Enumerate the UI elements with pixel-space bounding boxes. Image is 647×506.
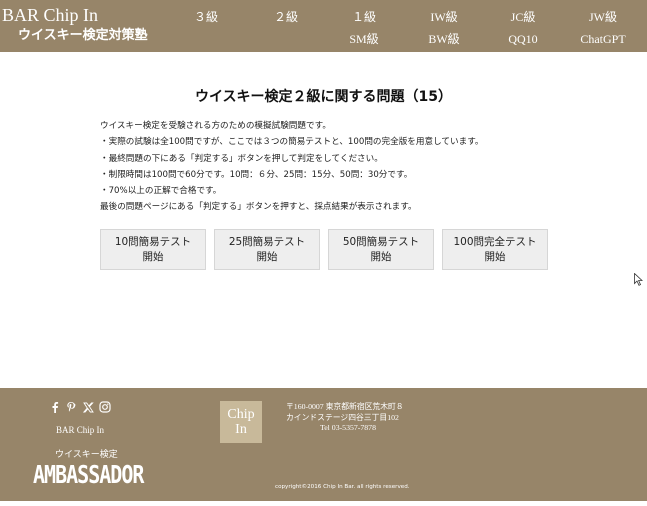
site-footer: BAR Chip In ウイスキー検定 AMBASSADOR Chip In 〒… xyxy=(0,388,647,501)
button-sublabel: 開始 xyxy=(370,250,392,263)
button-label: 50問簡易テスト xyxy=(342,235,420,248)
instagram-icon[interactable] xyxy=(99,401,111,413)
nav-item-jc[interactable]: JC級 xyxy=(511,10,536,24)
pinterest-icon[interactable] xyxy=(65,401,77,413)
ambassador-title: AMBASSADOR xyxy=(33,459,144,489)
footer-brand[interactable]: BAR Chip In xyxy=(56,425,104,435)
description-line: ウイスキー検定を受験される方のための模擬試験問題です。 xyxy=(100,121,331,131)
button-label: 100問完全テスト xyxy=(453,235,537,248)
page-title: ウイスキー検定２級に関する問題（15） xyxy=(194,89,453,105)
copyright-text: copyright©2016 Chip In Bar. all rights r… xyxy=(275,484,410,490)
description-line: ・最終問題の下にある「判定する」ボタンを押して判定をしてください。 xyxy=(100,153,383,164)
phone-number: Tel 03-5357-7878 xyxy=(320,423,376,432)
start-50-question-test-button[interactable]: 50問簡易テスト 開始 xyxy=(328,229,434,270)
nav-item-bw[interactable]: BW級 xyxy=(428,32,459,46)
site-header: BAR Chip In ウイスキー検定対策塾 ３級 ２級 １級 IW級 JC級 … xyxy=(0,0,647,52)
site-title[interactable]: BAR Chip In xyxy=(2,5,98,25)
description-line: 最後の問題ページにある「判定する」ボタンを押すと、採点結果が表示されます。 xyxy=(100,202,417,213)
address-line: カインドステージ四谷三丁目102 xyxy=(286,412,399,422)
address-line: 〒160-0007 東京都新宿区荒木町８ xyxy=(286,402,404,411)
nav-item-chatgpt[interactable]: ChatGPT xyxy=(580,32,625,46)
site-subtitle[interactable]: ウイスキー検定対策塾 xyxy=(18,28,148,44)
button-sublabel: 開始 xyxy=(256,250,278,263)
x-icon[interactable] xyxy=(82,401,94,413)
nav-item-iw[interactable]: IW級 xyxy=(430,10,457,24)
address-block: 〒160-0007 東京都新宿区荒木町８ カインドステージ四谷三丁目102 Te… xyxy=(286,402,404,434)
facebook-icon[interactable] xyxy=(49,401,61,413)
start-100-question-test-button[interactable]: 100問完全テスト 開始 xyxy=(442,229,548,270)
start-25-question-test-button[interactable]: 25問簡易テスト 開始 xyxy=(214,229,320,270)
description-line: ・実際の試験は全100問ですが、ここでは３つの簡易テストと、100問の完全版を用… xyxy=(100,137,484,148)
button-sublabel: 開始 xyxy=(142,250,164,263)
mouse-cursor-icon xyxy=(634,273,643,286)
nav-item-grade2[interactable]: ２級 xyxy=(274,10,298,24)
description-line: ・70%以上の正解で合格です。 xyxy=(100,186,222,197)
chip-in-logo[interactable]: Chip In xyxy=(220,401,262,443)
description: ウイスキー検定を受験される方のための模擬試験問題です。 ・実際の試験は全100問… xyxy=(100,118,560,216)
logo-text: In xyxy=(235,422,247,437)
nav-item-jw[interactable]: JW級 xyxy=(589,10,617,24)
start-10-question-test-button[interactable]: 10問簡易テスト 開始 xyxy=(100,229,206,270)
nav-item-grade3[interactable]: ３級 xyxy=(194,10,218,24)
nav-item-qq10[interactable]: QQ10 xyxy=(508,32,537,46)
button-label: 25問簡易テスト xyxy=(228,235,306,248)
logo-text: Chip xyxy=(227,407,255,422)
description-line: ・制限時間は100問で60分です。10問：６分、25問：15分、50問：30分で… xyxy=(100,169,413,180)
button-sublabel: 開始 xyxy=(484,250,506,263)
nav-item-grade1[interactable]: １級 xyxy=(352,10,376,24)
button-label: 10問簡易テスト xyxy=(114,235,192,248)
nav-item-sm[interactable]: SM級 xyxy=(349,32,378,46)
